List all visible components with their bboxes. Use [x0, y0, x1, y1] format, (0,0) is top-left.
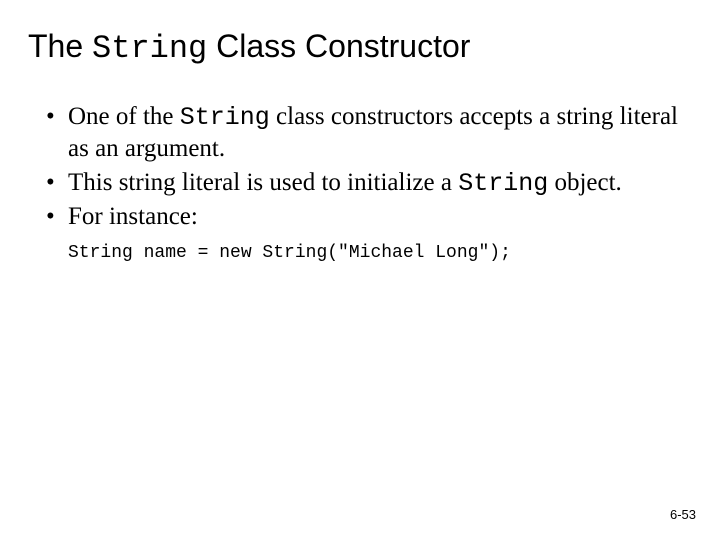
list-item: For instance: — [46, 201, 692, 233]
bullet-text-pre: For instance: — [68, 203, 198, 230]
list-item: This string literal is used to initializ… — [46, 167, 692, 199]
bullet-list: One of the String class constructors acc… — [28, 101, 692, 233]
code-example: String name = new String("Michael Long")… — [68, 243, 692, 263]
title-code: String — [92, 30, 207, 67]
page-number: 6-53 — [670, 507, 696, 522]
title-pre: The — [28, 28, 92, 64]
bullet-code: String — [458, 169, 548, 198]
list-item: One of the String class constructors acc… — [46, 101, 692, 165]
bullet-text-pre: This string literal is used to initializ… — [68, 169, 458, 196]
bullet-text-post: object. — [548, 169, 622, 196]
bullet-code: String — [180, 103, 270, 132]
slide-title: The String Class Constructor — [28, 28, 692, 67]
title-post: Class Constructor — [207, 28, 470, 64]
bullet-text-pre: One of the — [68, 103, 180, 130]
